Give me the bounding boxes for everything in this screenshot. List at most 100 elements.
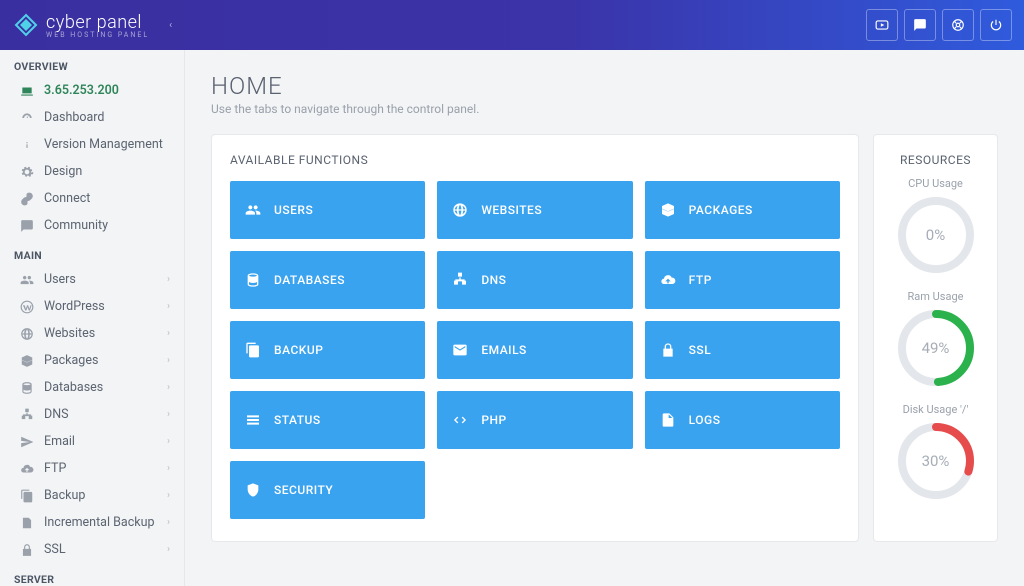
sidebar-item-label: Version Management [44,137,163,152]
chevron-right-icon: › [167,355,170,366]
db-icon [244,272,262,288]
cloud-up-icon [659,272,677,288]
gauge-percent: 49% [897,309,975,387]
gauge-disk-usage-: Disk Usage '/'30% [892,403,979,500]
file-icon [659,412,677,428]
tile-label: SSL [689,343,712,357]
copy-icon [244,342,262,358]
tile-emails[interactable]: EMAILS [437,321,632,379]
tile-label: DNS [481,273,506,287]
tile-websites[interactable]: WEBSITES [437,181,632,239]
sidebar-item-websites[interactable]: Websites› [0,320,184,347]
sidebar-item-version-management[interactable]: Version Management [0,131,184,158]
sidebar-item-ftp[interactable]: FTP› [0,455,184,482]
sidebar-item-packages[interactable]: Packages› [0,347,184,374]
tile-label: LOGS [689,413,721,427]
sidebar-item-ssl[interactable]: SSL› [0,536,184,563]
main-content: HOME Use the tabs to navigate through th… [185,50,1024,586]
code-icon [451,412,469,428]
sidebar-item-design[interactable]: Design [0,158,184,185]
functions-grid: USERS WEBSITES PACKAGES DATABASES DNS FTP BACK… [230,181,840,519]
lock-icon [18,543,36,557]
tile-label: EMAILS [481,343,526,357]
gauge-label: Disk Usage '/' [892,403,979,416]
sidebar-item-community[interactable]: Community [0,212,184,239]
sidebar-item-backup[interactable]: Backup› [0,482,184,509]
tile-security[interactable]: SECURITY [230,461,425,519]
sitemap-icon [451,272,469,288]
tile-label: STATUS [274,413,321,427]
tile-packages[interactable]: PACKAGES [645,181,840,239]
boxes-icon [659,202,677,218]
sidebar-item-connect[interactable]: Connect [0,185,184,212]
sidebar-item-label: Email [44,434,75,449]
globe-icon [451,202,469,218]
sidebar-item-3-65-253-200[interactable]: 3.65.253.200 [0,77,184,104]
sidebar-item-label: WordPress [44,299,105,314]
chevron-right-icon: › [167,409,170,420]
info-icon [18,138,36,152]
tile-label: PACKAGES [689,203,753,217]
sidebar-item-wordpress[interactable]: WordPress › [0,293,184,320]
sidebar-item-users[interactable]: Users› [0,266,184,293]
bars-icon [244,412,262,428]
support-button[interactable] [942,9,974,41]
lock-icon [659,342,677,358]
link-icon [18,192,36,206]
sidebar-item-email[interactable]: Email› [0,428,184,455]
wordpress-icon [18,300,36,314]
tile-ftp[interactable]: FTP [645,251,840,309]
brand-name: cyber panel [46,12,149,33]
users-icon [18,273,36,287]
chevron-right-icon: › [167,517,170,528]
tile-label: DATABASES [274,273,345,287]
power-button[interactable] [980,9,1012,41]
sidebar-item-label: FTP [44,461,66,476]
tile-label: PHP [481,413,506,427]
brand-logo[interactable]: cyber panel WEB HOSTING PANEL [14,12,149,39]
tile-databases[interactable]: DATABASES [230,251,425,309]
sidebar-item-label: Connect [44,191,90,206]
sidebar-collapse-toggle[interactable]: ‹ [169,20,172,31]
sidebar-item-dns[interactable]: DNS› [0,401,184,428]
chevron-right-icon: › [167,490,170,501]
gauge-ring: 0% [897,196,975,274]
db-icon [18,381,36,395]
sidebar-item-label: Incremental Backup [44,515,155,530]
youtube-button[interactable] [866,9,898,41]
send-icon [18,435,36,449]
power-icon [989,18,1003,32]
sidebar-item-dashboard[interactable]: Dashboard [0,104,184,131]
chat-icon [18,219,36,233]
page-subtitle: Use the tabs to navigate through the con… [211,102,998,116]
chat-button[interactable] [904,9,936,41]
inc-icon [18,516,36,530]
chat-icon [913,18,927,32]
users-icon [244,202,262,218]
sidebar: OVERVIEW3.65.253.200DashboardVersion Man… [0,50,185,586]
chevron-right-icon: › [167,301,170,312]
logo-mark-icon [14,13,38,37]
sidebar-item-label: SSL [44,542,66,557]
tile-users[interactable]: USERS [230,181,425,239]
tile-logs[interactable]: LOGS [645,391,840,449]
youtube-icon [875,18,889,32]
cloud-up-icon [18,462,36,476]
tile-php[interactable]: PHP [437,391,632,449]
functions-panel: AVAILABLE FUNCTIONS USERS WEBSITES PACKAGE… [211,134,859,542]
gauge-ram-usage: Ram Usage49% [892,290,979,387]
mail-icon [451,342,469,358]
sidebar-item-label: Community [44,218,108,233]
functions-heading: AVAILABLE FUNCTIONS [230,153,840,167]
chevron-right-icon: › [167,274,170,285]
tile-ssl[interactable]: SSL [645,321,840,379]
sidebar-item-databases[interactable]: Databases› [0,374,184,401]
sidebar-item-incremental-backup[interactable]: Incremental Backup › [0,509,184,536]
tile-status[interactable]: STATUS [230,391,425,449]
topbar-actions [866,9,1012,41]
tile-dns[interactable]: DNS [437,251,632,309]
tile-backup[interactable]: BACKUP [230,321,425,379]
tile-label: WEBSITES [481,203,542,217]
gauge-icon [18,111,36,125]
copy-icon [18,489,36,503]
